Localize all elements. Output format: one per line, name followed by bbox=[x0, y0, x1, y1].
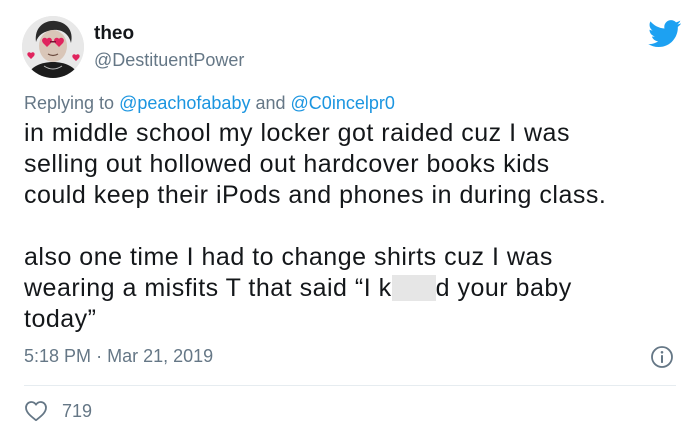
tweet-paragraph: in middle school my locker got raided cu… bbox=[24, 118, 674, 211]
divider bbox=[24, 385, 676, 386]
user-names: theo @DestituentPower bbox=[94, 22, 244, 72]
like-action[interactable]: 719 bbox=[24, 398, 92, 424]
tweet-line: selling out hollowed out hardcover books… bbox=[24, 150, 550, 178]
twitter-bird-icon[interactable] bbox=[648, 20, 682, 48]
tweet-line: wearing a misfits T that said “I k bbox=[24, 274, 392, 302]
avatar[interactable] bbox=[22, 16, 84, 78]
replying-to-conjunction: and bbox=[255, 93, 286, 113]
tweet-line: could keep their iPods and phones in dur… bbox=[24, 181, 607, 209]
replying-to-label: Replying to bbox=[24, 93, 115, 113]
tweet-line: today” bbox=[24, 305, 97, 333]
heart-icon[interactable] bbox=[24, 400, 48, 422]
tweet-timestamp[interactable]: 5:18 PM · Mar 21, 2019 bbox=[24, 346, 213, 367]
tweet-date: Mar 21, 2019 bbox=[107, 346, 214, 366]
tweet-card: theo @DestituentPower Replying to @peach… bbox=[0, 0, 700, 441]
tweet-paragraph: also one time I had to change shirts cuz… bbox=[24, 242, 674, 335]
tweet-line: in middle school my locker got raided cu… bbox=[24, 119, 570, 147]
tweet-time: 5:18 PM bbox=[24, 346, 92, 366]
info-icon[interactable] bbox=[650, 345, 674, 369]
tweet-line: also one time I had to change shirts cuz… bbox=[24, 243, 553, 271]
mention-link[interactable]: @peachofababy bbox=[119, 93, 250, 113]
tweet-line: d your baby bbox=[435, 274, 572, 302]
user-handle[interactable]: @DestituentPower bbox=[94, 48, 244, 72]
mention-link[interactable]: @C0incelpr0 bbox=[291, 93, 395, 113]
tweet-text: in middle school my locker got raided cu… bbox=[24, 118, 674, 335]
replying-to: Replying to @peachofababy and @C0incelpr… bbox=[24, 93, 395, 114]
avatar-image bbox=[22, 16, 84, 78]
like-count: 719 bbox=[62, 400, 93, 421]
redaction-block bbox=[391, 275, 436, 301]
meta-separator: · bbox=[96, 346, 103, 366]
tweet-header: theo @DestituentPower bbox=[22, 16, 682, 80]
display-name[interactable]: theo bbox=[94, 22, 244, 46]
